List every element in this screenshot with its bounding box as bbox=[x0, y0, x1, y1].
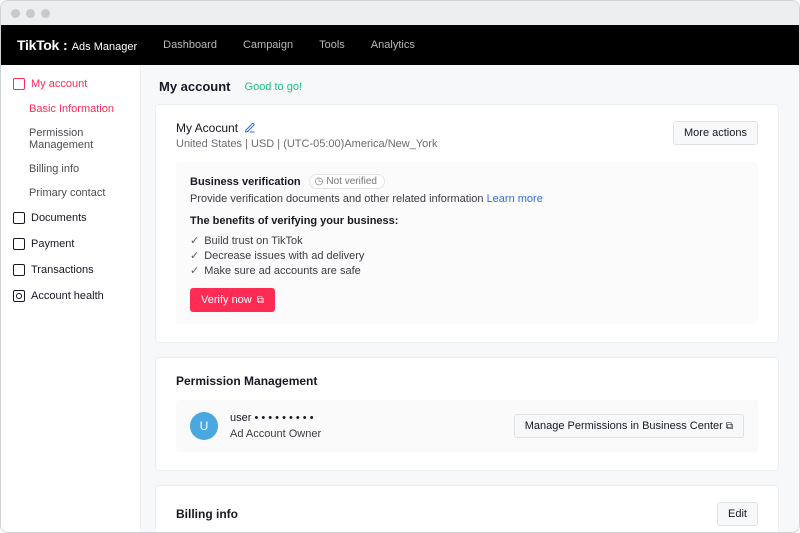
verify-box: Business verification ◷ Not verified Pro… bbox=[176, 162, 758, 324]
brand: TikTok: Ads Manager bbox=[17, 37, 137, 53]
window-dot bbox=[41, 9, 50, 18]
transactions-icon bbox=[13, 264, 25, 276]
window-dot bbox=[26, 9, 35, 18]
account-card: My Acocunt United States | USD | (UTC-05… bbox=[155, 104, 779, 343]
sidebar-item-documents[interactable]: Documents bbox=[1, 205, 140, 231]
sidebar-item-label: My account bbox=[31, 78, 87, 90]
permission-card: Permission Management U user • • • • • •… bbox=[155, 357, 779, 471]
account-icon bbox=[13, 78, 25, 90]
status-badge: Good to go! bbox=[245, 81, 303, 93]
check-icon: ✓ bbox=[190, 264, 199, 277]
perm-role: Ad Account Owner bbox=[230, 428, 321, 440]
edit-billing-button[interactable]: Edit bbox=[717, 502, 758, 526]
benefits-heading: The benefits of verifying your business: bbox=[190, 215, 744, 227]
check-icon: ✓ bbox=[190, 249, 199, 262]
check-icon: ✓ bbox=[190, 234, 199, 247]
account-name: My Acocunt bbox=[176, 121, 238, 135]
sidebar-sub-basic[interactable]: Basic Information bbox=[1, 97, 140, 121]
browser-chrome bbox=[1, 1, 799, 25]
verify-now-button[interactable]: Verify now ⧉ bbox=[190, 288, 275, 312]
benefit-item: ✓Build trust on TikTok bbox=[190, 233, 744, 248]
sidebar-item-my-account[interactable]: My account bbox=[1, 71, 140, 97]
learn-more-link[interactable]: Learn more bbox=[487, 193, 543, 205]
sidebar-item-label: Documents bbox=[31, 212, 87, 224]
clock-icon: ◷ bbox=[315, 176, 324, 187]
nav-dashboard[interactable]: Dashboard bbox=[163, 39, 217, 51]
benefit-item: ✓Make sure ad accounts are safe bbox=[190, 263, 744, 278]
sidebar-item-health[interactable]: Account health bbox=[1, 283, 140, 309]
perm-user: user • • • • • • • • • bbox=[230, 412, 321, 424]
verify-status-pill: ◷ Not verified bbox=[309, 174, 385, 189]
sidebar-sub-primary[interactable]: Primary contact bbox=[1, 181, 140, 205]
external-icon: ⧉ bbox=[257, 295, 264, 306]
manage-permissions-button[interactable]: Manage Permissions in Business Center ⧉ bbox=[514, 414, 744, 438]
more-actions-button[interactable]: More actions bbox=[673, 121, 758, 145]
verify-title: Business verification bbox=[190, 176, 301, 188]
benefit-item: ✓Decrease issues with ad delivery bbox=[190, 248, 744, 263]
brand-sub: Ads Manager bbox=[72, 41, 137, 53]
avatar: U bbox=[190, 412, 218, 440]
sidebar-item-payment[interactable]: Payment bbox=[1, 231, 140, 257]
brand-name: TikTok bbox=[17, 37, 59, 53]
page-title: My account bbox=[159, 79, 231, 94]
browser-frame: TikTok: Ads Manager Dashboard Campaign T… bbox=[0, 0, 800, 533]
billing-card: Billing info Edit bbox=[155, 485, 779, 533]
document-icon bbox=[13, 212, 25, 224]
billing-title: Billing info bbox=[176, 507, 238, 521]
content-area: My account Good to go! My Acocunt bbox=[141, 65, 799, 533]
nav-campaign[interactable]: Campaign bbox=[243, 39, 293, 51]
nav-analytics[interactable]: Analytics bbox=[371, 39, 415, 51]
health-icon bbox=[13, 290, 25, 302]
sidebar-sub-permission[interactable]: Permission Management bbox=[1, 121, 140, 157]
permission-title: Permission Management bbox=[176, 374, 758, 388]
nav-tools[interactable]: Tools bbox=[319, 39, 345, 51]
sidebar-sub-billing[interactable]: Billing info bbox=[1, 157, 140, 181]
verify-desc: Provide verification documents and other… bbox=[190, 193, 744, 205]
external-icon: ⧉ bbox=[726, 421, 733, 432]
payment-icon bbox=[13, 238, 25, 250]
account-sub: United States | USD | (UTC-05:00)America… bbox=[176, 138, 437, 150]
sidebar: My account Basic Information Permission … bbox=[1, 65, 141, 533]
window-dot bbox=[11, 9, 20, 18]
sidebar-item-label: Account health bbox=[31, 290, 104, 302]
edit-icon[interactable] bbox=[244, 122, 256, 134]
sidebar-item-label: Payment bbox=[31, 238, 74, 250]
topbar: TikTok: Ads Manager Dashboard Campaign T… bbox=[1, 25, 799, 65]
sidebar-item-transactions[interactable]: Transactions bbox=[1, 257, 140, 283]
sidebar-item-label: Transactions bbox=[31, 264, 94, 276]
